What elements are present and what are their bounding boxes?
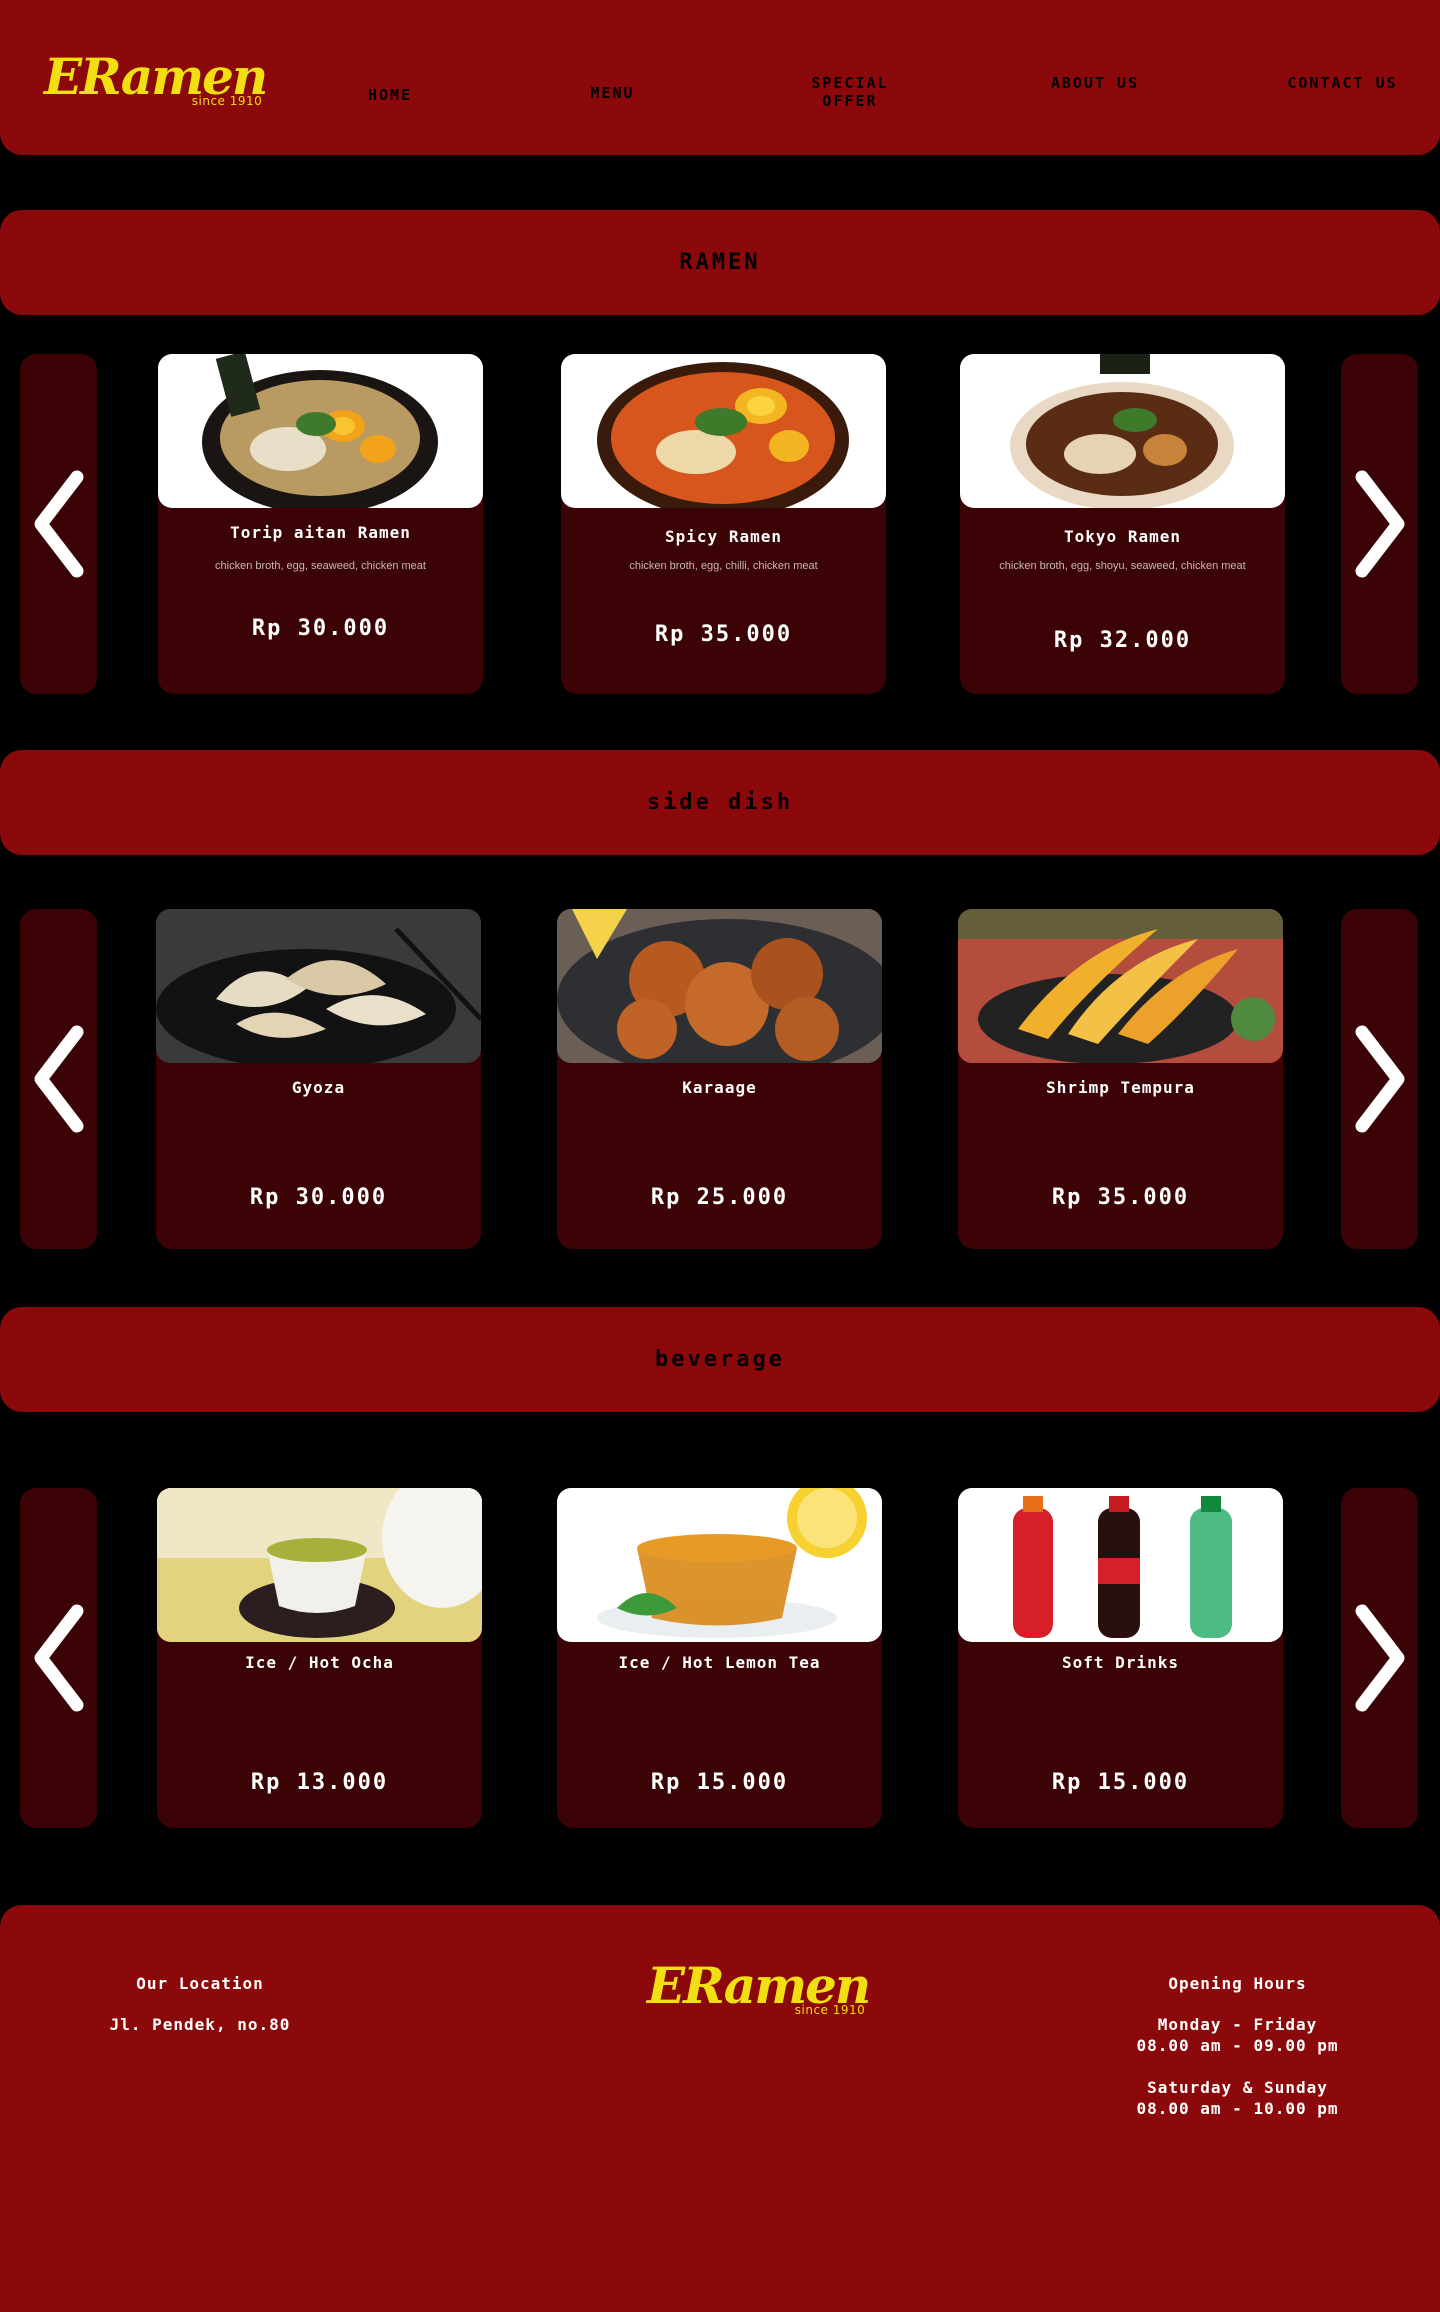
site-header: ERamen since 1910 HOME MENU SPECIAL OFFE… xyxy=(0,0,1440,155)
menu-item-name: Ice / Hot Ocha xyxy=(245,1653,394,1672)
weekday-label: Monday - Friday xyxy=(1157,2015,1318,2034)
location-title: Our Location xyxy=(136,1974,264,1993)
carousel-prev-button[interactable] xyxy=(20,909,97,1249)
menu-item-desc: chicken broth, egg, shoyu, seaweed, chic… xyxy=(999,560,1246,572)
chevron-right-icon xyxy=(1355,1604,1404,1712)
menu-item-desc: chicken broth, egg, chilli, chicken meat xyxy=(629,560,818,572)
menu-item-price: Rp 30.000 xyxy=(249,1185,388,1210)
menu-card[interactable]: Ice / Hot Ocha Rp 13.000 xyxy=(157,1488,482,1828)
hours-title: Opening Hours xyxy=(1168,1974,1307,1993)
weekend-label: Saturday & Sunday xyxy=(1147,2078,1328,2097)
chevron-right-icon xyxy=(1355,1025,1404,1133)
menu-card[interactable]: Tokyo Ramen chicken broth, egg, shoyu, s… xyxy=(960,354,1285,694)
chevron-left-icon xyxy=(34,470,83,578)
menu-item-price: Rp 35.000 xyxy=(654,622,793,647)
karaage-image xyxy=(557,909,882,1063)
menu-card[interactable]: Spicy Ramen chicken broth, egg, chilli, … xyxy=(561,354,886,694)
menu-item-name: Karaage xyxy=(682,1078,757,1097)
section-banner-ramen: RAMEN xyxy=(0,210,1440,315)
menu-item-price: Rp 25.000 xyxy=(650,1185,789,1210)
gyoza-image xyxy=(156,909,481,1063)
nav-special-offer[interactable]: SPECIAL OFFER xyxy=(795,74,905,110)
menu-item-name: Torip aitan Ramen xyxy=(230,523,411,542)
section-banner-side-dish: side dish xyxy=(0,750,1440,855)
menu-item-price: Rp 32.000 xyxy=(1053,628,1192,653)
ramen-image xyxy=(960,354,1285,508)
soft-drinks-image xyxy=(958,1488,1283,1642)
menu-card[interactable]: Torip aitan Ramen chicken broth, egg, se… xyxy=(158,354,483,694)
menu-item-price: Rp 15.000 xyxy=(1051,1770,1190,1795)
lemon-tea-image xyxy=(557,1488,882,1642)
ramen-image xyxy=(561,354,886,508)
section-banner-beverage: beverage xyxy=(0,1307,1440,1412)
menu-card[interactable]: Ice / Hot Lemon Tea Rp 15.000 xyxy=(557,1488,882,1828)
brand-since: since 1910 xyxy=(191,94,263,108)
location-address: Jl. Pendek, no.80 xyxy=(109,2015,291,2034)
brand-logo[interactable]: ERamen since 1910 xyxy=(44,52,268,109)
ramen-image xyxy=(158,354,483,508)
menu-item-name: Soft Drinks xyxy=(1062,1653,1179,1672)
menu-item-price: Rp 30.000 xyxy=(251,616,390,641)
menu-item-name: Shrimp Tempura xyxy=(1046,1078,1195,1097)
weekend-hours: 08.00 am - 10.00 pm xyxy=(1136,2099,1339,2118)
menu-item-price: Rp 13.000 xyxy=(250,1770,389,1795)
carousel-next-button[interactable] xyxy=(1341,354,1418,694)
carousel-next-button[interactable] xyxy=(1341,909,1418,1249)
weekday-hours: 08.00 am - 09.00 pm xyxy=(1136,2036,1339,2055)
menu-card[interactable]: Soft Drinks Rp 15.000 xyxy=(958,1488,1283,1828)
menu-item-price: Rp 15.000 xyxy=(650,1770,789,1795)
menu-item-name: Gyoza xyxy=(291,1078,346,1097)
carousel-prev-button[interactable] xyxy=(20,1488,97,1828)
section-title: RAMEN xyxy=(679,250,761,275)
menu-card[interactable]: Gyoza Rp 30.000 xyxy=(156,909,481,1249)
site-footer: Our Location Jl. Pendek, no.80 ERamen si… xyxy=(0,1905,1440,2312)
chevron-left-icon xyxy=(34,1025,83,1133)
section-title: beverage xyxy=(655,1347,785,1372)
carousel-next-button[interactable] xyxy=(1341,1488,1418,1828)
menu-item-name: Ice / Hot Lemon Tea xyxy=(618,1653,821,1672)
menu-card[interactable]: Shrimp Tempura Rp 35.000 xyxy=(958,909,1283,1249)
menu-card[interactable]: Karaage Rp 25.000 xyxy=(557,909,882,1249)
nav-home[interactable]: HOME xyxy=(350,86,430,104)
chevron-right-icon xyxy=(1355,470,1404,578)
section-title: side dish xyxy=(646,790,794,815)
nav-menu[interactable]: MENU xyxy=(570,84,655,102)
ocha-image xyxy=(157,1488,482,1642)
menu-item-name: Tokyo Ramen xyxy=(1064,527,1181,546)
footer-brand-logo[interactable]: ERamen since 1910 xyxy=(647,1961,871,2018)
brand-since: since 1910 xyxy=(794,2003,866,2017)
tempura-image xyxy=(958,909,1283,1063)
menu-item-desc: chicken broth, egg, seaweed, chicken mea… xyxy=(215,560,426,572)
chevron-left-icon xyxy=(34,1604,83,1712)
menu-item-price: Rp 35.000 xyxy=(1051,1185,1190,1210)
nav-about-us[interactable]: ABOUT US xyxy=(1050,74,1140,92)
carousel-prev-button[interactable] xyxy=(20,354,97,694)
menu-item-name: Spicy Ramen xyxy=(665,527,782,546)
nav-contact-us[interactable]: CONTACT US xyxy=(1285,74,1400,92)
